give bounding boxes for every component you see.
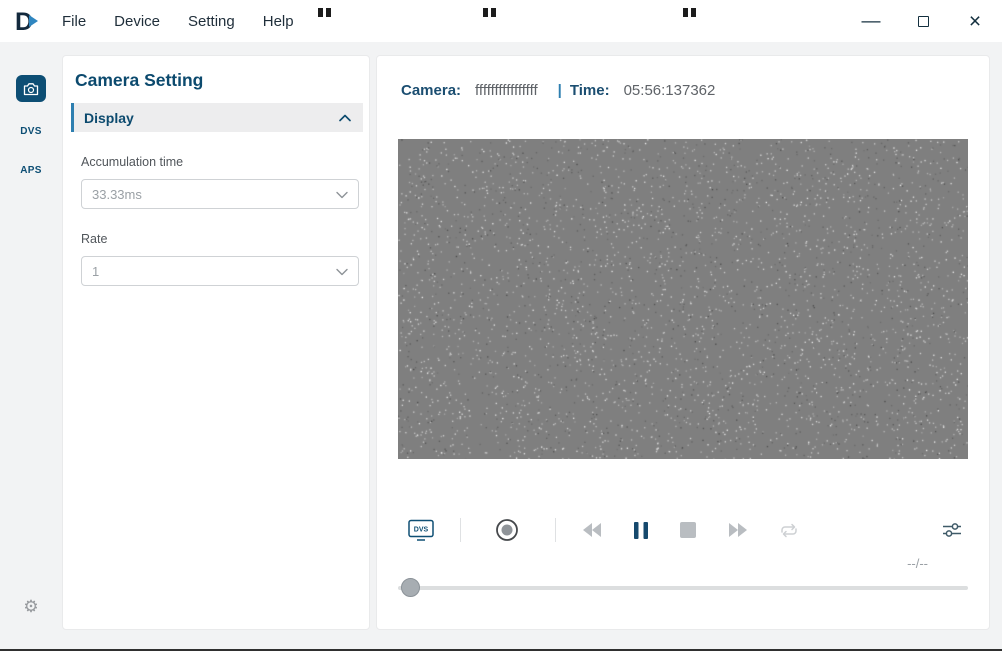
titlebar: D File Device Setting Help — ×	[0, 0, 1002, 42]
window-controls: — ×	[860, 10, 986, 32]
fast-forward-icon	[728, 523, 748, 537]
sidebar-tab-camera[interactable]	[16, 75, 46, 102]
record-icon	[495, 518, 519, 542]
stop-icon	[680, 522, 696, 538]
field-label: Accumulation time	[81, 155, 183, 169]
tune-settings-button[interactable]	[942, 517, 962, 543]
accumulation-time-select[interactable]: 33.33ms	[81, 179, 359, 209]
missing-glyph-artifact	[683, 8, 696, 17]
playback-controls: DVS	[398, 517, 968, 543]
panel-title: Camera Setting	[75, 70, 357, 91]
app-window: D File Device Setting Help — × DVS APS ⚙…	[0, 0, 1002, 651]
missing-glyph-artifact	[483, 8, 496, 17]
menu-device[interactable]: Device	[114, 13, 160, 30]
menubar: File Device Setting Help	[62, 13, 294, 30]
seek-slider[interactable]	[398, 578, 968, 597]
fast-forward-button[interactable]	[728, 517, 748, 543]
camera-id-value: ffffffffffffffff	[475, 82, 538, 99]
camera-info-row: Camera: ffffffffffffffff | Time: 05:56:1…	[401, 82, 965, 99]
chevron-down-icon	[336, 191, 348, 199]
rate-select[interactable]: 1	[81, 256, 359, 286]
tune-sliders-icon	[942, 522, 962, 538]
stop-button[interactable]	[680, 517, 696, 543]
rewind-icon	[582, 523, 602, 537]
camera-icon	[23, 82, 39, 96]
menu-file[interactable]: File	[62, 13, 86, 30]
time-value: 05:56:137362	[624, 82, 716, 99]
app-logo-icon: D	[14, 7, 44, 35]
display-section-header[interactable]: Display	[71, 103, 363, 132]
dvs-monitor-button[interactable]: DVS	[408, 517, 434, 543]
chevron-down-icon	[336, 268, 348, 276]
time-label: Time:	[570, 82, 610, 99]
pause-button[interactable]	[634, 517, 648, 543]
minimize-button[interactable]: —	[860, 10, 882, 32]
maximize-icon	[918, 16, 929, 27]
sidebar-tab-aps[interactable]: APS	[20, 165, 41, 176]
close-button[interactable]: ×	[964, 10, 986, 32]
pause-icon	[634, 522, 648, 539]
section-title: Display	[84, 110, 134, 126]
missing-glyph-artifact	[318, 8, 331, 17]
select-value: 33.33ms	[92, 187, 142, 202]
menu-help[interactable]: Help	[263, 13, 294, 30]
accumulation-time-field: Accumulation time 33.33ms	[81, 153, 359, 209]
info-divider: |	[558, 82, 562, 99]
seek-track[interactable]	[398, 586, 968, 590]
sidebar: DVS APS ⚙	[0, 42, 62, 649]
viewer-panel: Camera: ffffffffffffffff | Time: 05:56:1…	[376, 55, 990, 630]
playback-progress-text: --/--	[398, 556, 968, 571]
dvs-monitor-label: DVS	[414, 526, 429, 533]
dvs-video-display	[398, 139, 968, 459]
controls-separator	[460, 518, 461, 542]
loop-icon	[780, 523, 798, 538]
seek-thumb[interactable]	[401, 578, 420, 597]
chevron-up-icon	[339, 114, 351, 122]
rewind-button[interactable]	[582, 517, 602, 543]
controls-separator	[555, 518, 556, 542]
camera-setting-panel: Camera Setting Display Accumulation time…	[62, 55, 370, 630]
select-value: 1	[92, 264, 99, 279]
maximize-button[interactable]	[912, 10, 934, 32]
sidebar-tab-dvs[interactable]: DVS	[20, 126, 41, 137]
menu-setting[interactable]: Setting	[188, 13, 235, 30]
field-label: Rate	[81, 232, 107, 246]
camera-label: Camera:	[401, 82, 461, 99]
content-area: DVS APS ⚙ Camera Setting Display Accumul…	[0, 42, 1002, 649]
dvs-monitor-icon: DVS	[408, 519, 434, 542]
rate-field: Rate 1	[81, 230, 359, 286]
record-button[interactable]	[495, 517, 519, 543]
settings-gear-icon[interactable]: ⚙	[23, 597, 38, 649]
loop-button[interactable]	[780, 517, 798, 543]
